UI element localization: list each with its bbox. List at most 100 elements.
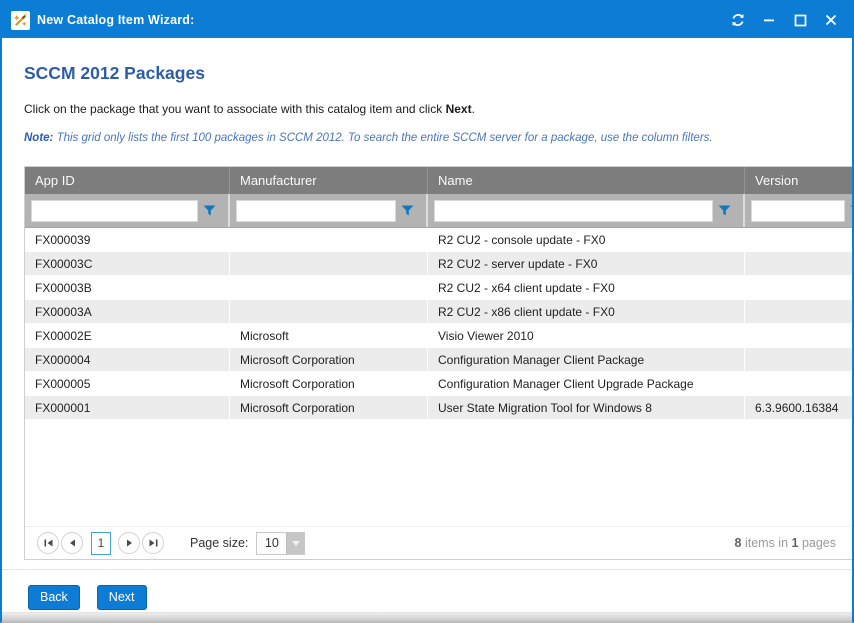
back-button[interactable]: Back — [28, 585, 80, 610]
cell-name: User State Migration Tool for Windows 8 — [428, 396, 745, 420]
window-bottom-edge — [2, 612, 852, 622]
grid-empty-area — [25, 420, 852, 526]
table-row[interactable]: FX000004Microsoft CorporationConfigurati… — [25, 348, 852, 372]
minimize-button[interactable] — [760, 11, 778, 29]
page-size-dropdown-button[interactable] — [286, 533, 304, 554]
last-page-icon — [149, 539, 158, 547]
close-button[interactable] — [822, 11, 840, 29]
table-row[interactable]: FX000005Microsoft CorporationConfigurati… — [25, 372, 852, 396]
cell-manufacturer: Microsoft — [230, 324, 428, 348]
cell-version — [745, 348, 852, 372]
table-row[interactable]: FX000039 R2 CU2 - console update - FX0 — [25, 228, 852, 252]
cell-version — [745, 324, 852, 348]
items-count: 8 — [735, 536, 742, 550]
cell-manufacturer — [230, 252, 428, 276]
prev-page-button[interactable] — [61, 532, 83, 554]
cell-manufacturer — [230, 228, 428, 252]
maximize-icon — [794, 14, 807, 27]
maximize-button[interactable] — [791, 11, 809, 29]
cell-name: Visio Viewer 2010 — [428, 324, 745, 348]
cell-manufacturer — [230, 300, 428, 324]
instruction-next-label: Next — [446, 102, 472, 116]
table-row[interactable]: FX00002EMicrosoftVisio Viewer 2010 — [25, 324, 852, 348]
filter-button-name[interactable] — [717, 204, 731, 218]
filter-button-manufacturer[interactable] — [400, 204, 414, 218]
window-controls — [729, 11, 840, 29]
note-text: Note: This grid only lists the first 100… — [24, 132, 852, 144]
filter-input-manufacturer[interactable] — [236, 200, 396, 222]
page-size-label: Page size: — [190, 536, 248, 550]
cell-app-id: FX00003A — [25, 300, 230, 324]
cell-app-id: FX000039 — [25, 228, 230, 252]
grid-filter-row — [25, 194, 852, 228]
pager: Page size: 10 8 items in 1 pages — [25, 526, 852, 559]
cell-version — [745, 252, 852, 276]
packages-grid: App ID Manufacturer Name Version — [24, 166, 852, 560]
column-header-name[interactable]: Name — [428, 167, 745, 194]
next-page-button[interactable] — [118, 532, 140, 554]
table-row[interactable]: FX000001Microsoft CorporationUser State … — [25, 396, 852, 420]
cell-app-id: FX00002E — [25, 324, 230, 348]
cell-name: R2 CU2 - x64 client update - FX0 — [428, 276, 745, 300]
table-row[interactable]: FX00003CR2 CU2 - server update - FX0 — [25, 252, 852, 276]
last-page-button[interactable] — [142, 532, 164, 554]
filter-input-version[interactable] — [751, 200, 845, 222]
cell-version — [745, 228, 852, 252]
cell-version — [745, 276, 852, 300]
refresh-icon — [730, 12, 746, 28]
table-row[interactable]: FX00003B R2 CU2 - x64 client update - FX0 — [25, 276, 852, 300]
footer-bar: Back Next — [2, 569, 852, 613]
page-size-dropdown[interactable]: 10 — [256, 532, 305, 555]
column-header-manufacturer[interactable]: Manufacturer — [230, 167, 428, 194]
cell-app-id: FX000001 — [25, 396, 230, 420]
refresh-button[interactable] — [729, 11, 747, 29]
prev-page-icon — [69, 539, 76, 547]
minimize-icon — [763, 14, 775, 26]
table-row[interactable]: FX00003AR2 CU2 - x86 client update - FX0 — [25, 300, 852, 324]
cell-manufacturer: Microsoft Corporation — [230, 372, 428, 396]
filter-button-app-id[interactable] — [202, 204, 216, 218]
cell-name: R2 CU2 - console update - FX0 — [428, 228, 745, 252]
first-page-icon — [44, 539, 53, 547]
window-title: New Catalog Item Wizard: — [37, 13, 195, 27]
filter-input-name[interactable] — [434, 200, 713, 222]
cell-app-id: FX000005 — [25, 372, 230, 396]
current-page-input[interactable] — [91, 532, 111, 555]
next-button[interactable]: Next — [97, 585, 147, 610]
content-area: SCCM 2012 Packages Click on the package … — [2, 38, 852, 563]
cell-version — [745, 372, 852, 396]
items-text: items in — [742, 536, 792, 550]
first-page-button[interactable] — [37, 532, 59, 554]
instruction-text: Click on the package that you want to as… — [24, 102, 852, 116]
cell-version: 6.3.9600.16384 — [745, 396, 852, 420]
pages-text: pages — [798, 536, 836, 550]
grid-header-row: App ID Manufacturer Name Version — [25, 167, 852, 194]
cell-manufacturer — [230, 276, 428, 300]
instruction-body: Click on the package that you want to as… — [24, 102, 446, 116]
filter-input-app-id[interactable] — [31, 200, 198, 222]
column-header-version[interactable]: Version — [745, 167, 852, 194]
cell-manufacturer: Microsoft Corporation — [230, 348, 428, 372]
instruction-suffix: . — [472, 102, 475, 116]
close-icon — [825, 14, 837, 26]
page-size-value: 10 — [257, 533, 286, 554]
wizard-window: New Catalog Item Wizard: — [0, 0, 854, 623]
grid-scroll-region: App ID Manufacturer Name Version — [25, 167, 852, 420]
cell-manufacturer: Microsoft Corporation — [230, 396, 428, 420]
next-page-icon — [126, 539, 133, 547]
funnel-icon — [718, 204, 731, 217]
cell-name: Configuration Manager Client Upgrade Pac… — [428, 372, 745, 396]
wizard-wand-icon — [11, 11, 30, 30]
column-header-app-id[interactable]: App ID — [25, 167, 230, 194]
page-title: SCCM 2012 Packages — [24, 63, 852, 84]
cell-app-id: FX00003B — [25, 276, 230, 300]
note-body: This grid only lists the first 100 packa… — [53, 132, 712, 144]
funnel-icon — [203, 204, 216, 217]
filter-button-version[interactable] — [849, 204, 852, 218]
cell-version — [745, 300, 852, 324]
grid-body: FX000039R2 CU2 - console update - FX0FX0… — [25, 228, 852, 420]
title-bar: New Catalog Item Wizard: — [2, 2, 852, 38]
note-label: Note: — [24, 132, 53, 144]
items-summary: 8 items in 1 pages — [735, 536, 836, 550]
funnel-icon — [850, 204, 853, 217]
